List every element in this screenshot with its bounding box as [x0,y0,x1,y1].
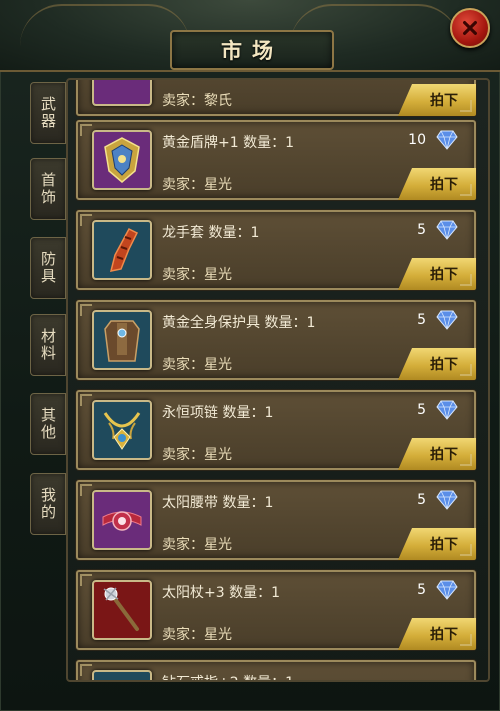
item-name: 黄金全身保护具 数量：1 [162,315,316,331]
item-name: 钻石戒指+2 数量：1 [162,672,294,680]
item-name: 黄金盾牌+1 数量：1 [162,135,294,151]
header-ornament [20,4,190,46]
item-seller: 卖家：星光 [162,447,232,463]
item-icon-frame [92,130,152,190]
list-item[interactable]: 太阳腰带 数量：1 5 卖家：星光 拍下 [76,480,476,560]
golden-shield-icon [104,137,140,183]
list-item[interactable]: 黄金盾牌+1 数量：1 10 卖家：星光 拍下 [76,120,476,200]
withdraw-button[interactable]: 拍下 [398,438,476,470]
sun-staff-icon [103,587,139,631]
golden-armor-icon [104,320,140,362]
item-price: 5 [417,312,426,328]
tab-label: 首饰 [39,172,57,206]
diamond-icon [436,220,458,240]
item-name: 太阳杖+3 数量：1 [162,585,280,601]
list-item[interactable]: 黄金全身保护具 数量：1 5 卖家：星光 拍下 [76,300,476,380]
item-price: 10 [408,132,426,148]
item-icon-frame [92,310,152,370]
tab-mine[interactable]: 我的 [30,473,66,535]
tab-jewelry[interactable]: 首饰 [30,158,66,220]
close-button[interactable] [450,8,490,48]
tab-label: 其他 [39,407,57,441]
item-icon-frame [92,400,152,460]
item-seller: 卖家：星光 [162,177,232,193]
item-icon-frame [92,220,152,280]
item-icon-frame [92,670,152,680]
close-icon [463,21,477,35]
tab-label: 防具 [39,251,57,285]
item-price: 5 [417,402,426,418]
item-name: 龙手套 数量：1 [162,225,260,241]
item-seller: 卖家：星光 [162,537,232,553]
title-plate: 市场 [170,30,334,70]
tab-label: 武器 [39,96,57,130]
list-item[interactable]: 卖家：黎氏 拍下 [76,80,476,116]
tab-label: 我的 [39,487,57,521]
tab-weapons[interactable]: 武器 [30,82,66,144]
diamond-icon [436,490,458,510]
list-item[interactable]: 龙手套 数量：1 5 卖家：星光 拍下 [76,210,476,290]
withdraw-button[interactable]: 拍下 [398,348,476,380]
withdraw-button[interactable]: 拍下 [398,168,476,200]
sun-belt-icon [102,511,142,531]
tab-label: 材料 [39,328,57,362]
withdraw-button[interactable]: 拍下 [398,618,476,650]
tab-other[interactable]: 其他 [30,393,66,455]
item-name: 太阳腰带 数量：1 [162,495,274,511]
listing-panel[interactable]: 卖家：黎氏 拍下 黄金盾牌+1 数量：1 10 卖家：星光 拍下 龙手套 数量：… [66,78,490,682]
diamond-icon [436,130,458,150]
tab-armor[interactable]: 防具 [30,237,66,299]
item-price: 5 [417,582,426,598]
item-price: 5 [417,222,426,238]
item-seller: 卖家：星光 [162,627,232,643]
dragon-gauntlet-icon [109,228,139,272]
item-seller: 卖家：星光 [162,357,232,373]
item-name: 永恒项链 数量：1 [162,405,274,421]
list-item[interactable]: 钻石戒指+2 数量：1 [76,660,476,680]
list-item[interactable]: 太阳杖+3 数量：1 5 卖家：星光 拍下 [76,570,476,650]
eternal-necklace-icon [103,412,141,450]
item-price: 5 [417,492,426,508]
window-header: 市场 [0,0,500,72]
item-icon-frame [92,490,152,550]
item-icon-frame [92,580,152,640]
item-seller: 卖家：星光 [162,267,232,283]
withdraw-button[interactable]: 拍下 [398,84,476,116]
item-seller: 卖家：黎氏 [162,93,232,109]
page-title: 市场 [221,38,283,63]
tab-materials[interactable]: 材料 [30,314,66,376]
withdraw-button[interactable]: 拍下 [398,528,476,560]
list-item[interactable]: 永恒项链 数量：1 5 卖家：星光 拍下 [76,390,476,470]
diamond-icon [436,580,458,600]
withdraw-button[interactable]: 拍下 [398,258,476,290]
diamond-icon [436,310,458,330]
diamond-icon [436,400,458,420]
item-icon-frame [92,80,152,106]
